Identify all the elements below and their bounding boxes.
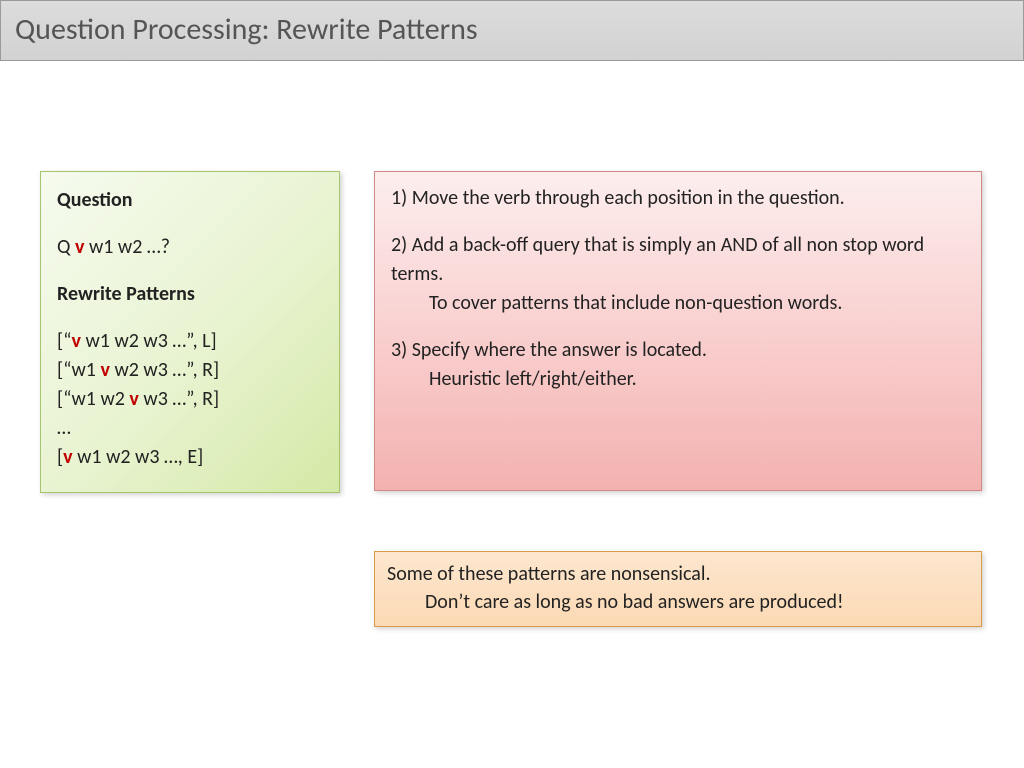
q-post: w1 w2 …? [84, 235, 170, 259]
p1-pre: [“ [57, 329, 72, 353]
q-pre: Q [57, 235, 75, 259]
p4-verb: v [63, 445, 72, 469]
pattern-4: [v w1 w2 w3 …, E] [57, 443, 323, 472]
question-template: Q v w1 w2 …? [57, 233, 323, 262]
p2-post: w2 w3 …”, R] [110, 358, 219, 382]
p1-verb: v [72, 329, 81, 353]
step-3: 3) Specify where the answer is located. [391, 336, 965, 365]
p2-pre: [“w1 [57, 358, 100, 382]
right-column: 1) Move the verb through each position i… [374, 171, 982, 627]
question-box: Question Q v w1 w2 …? Rewrite Patterns [… [40, 171, 340, 493]
p3-verb: v [129, 387, 138, 411]
step-1: 1) Move the verb through each position i… [391, 184, 965, 213]
note-line-2: Don’t care as long as no bad answers are… [387, 588, 969, 616]
step-3-sub: Heuristic left/right/either. [391, 365, 965, 394]
p3-post: w3 …”, R] [139, 387, 219, 411]
pattern-1: [“v w1 w2 w3 …”, L] [57, 327, 323, 356]
p4-post: w1 w2 w3 …, E] [73, 445, 204, 469]
step-2-sub: To cover patterns that include non-quest… [391, 289, 965, 318]
p3-pre: [“w1 w2 [57, 387, 129, 411]
note-box: Some of these patterns are nonsensical. … [374, 551, 982, 627]
slide-title: Question Processing: Rewrite Patterns [0, 0, 1024, 61]
p2-verb: v [100, 358, 109, 382]
step-2: 2) Add a back-off query that is simply a… [391, 231, 965, 289]
question-heading: Question [57, 186, 323, 215]
pattern-ellipsis: … [57, 414, 323, 443]
patterns-heading: Rewrite Patterns [57, 280, 323, 309]
pattern-3: [“w1 w2 v w3 …”, R] [57, 385, 323, 414]
steps-box: 1) Move the verb through each position i… [374, 171, 982, 491]
p1-post: w1 w2 w3 …”, L] [81, 329, 217, 353]
slide-body: Question Q v w1 w2 …? Rewrite Patterns [… [0, 61, 1024, 627]
pattern-2: [“w1 v w2 w3 …”, R] [57, 356, 323, 385]
note-line-1: Some of these patterns are nonsensical. [387, 560, 969, 588]
